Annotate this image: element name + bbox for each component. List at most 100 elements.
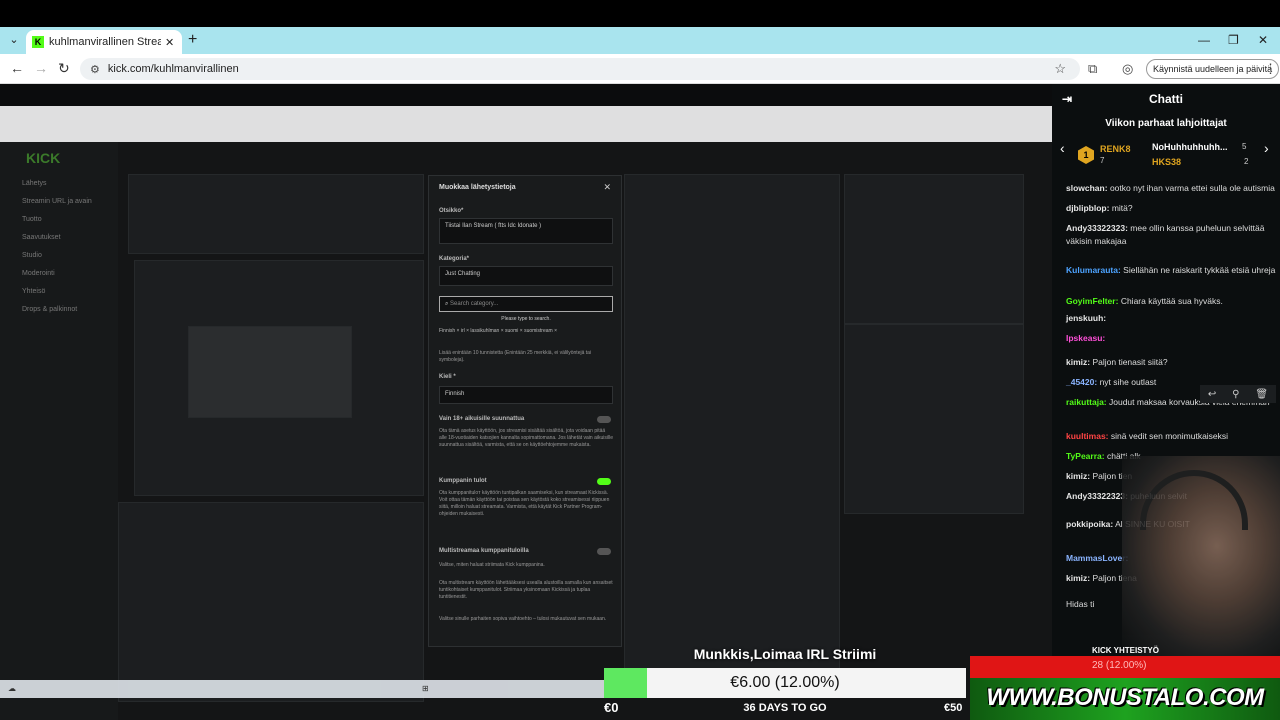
chat-message[interactable]: Andy33322323: mee ollin kanssa puheluun … [1066, 222, 1276, 248]
kick-partner-sub: 28 (12.00%) [1092, 660, 1147, 671]
top-gifters-title: Viikon parhaat lahjoittajat [1105, 118, 1227, 129]
close-tab-icon[interactable]: ✕ [165, 36, 174, 49]
back-icon[interactable]: ← [10, 60, 24, 76]
shared-browser-chrome [0, 106, 1052, 142]
tag-chip[interactable]: irl × [461, 328, 469, 334]
kick-favicon-icon: K [32, 36, 44, 48]
stream-info-panel [128, 174, 424, 254]
chat-username[interactable]: kuultimas: [1066, 431, 1109, 441]
category-label: Kategoria* [439, 256, 470, 262]
chat-message[interactable]: Kulumarauta: Siellähän ne raiskarit tykk… [1066, 264, 1276, 277]
extensions-icon[interactable]: ⧉ [1088, 61, 1097, 77]
chat-username[interactable]: _45420: [1066, 377, 1097, 387]
search-hint: Please type to search. [501, 316, 551, 322]
chat-username[interactable]: Kulumarauta: [1066, 265, 1121, 275]
chat-username[interactable]: GoyimFelter: [1066, 296, 1118, 306]
sidebar-item: Yhteisö [22, 288, 46, 295]
sponsor-banner: WWW.BONUSTALO.COM [970, 678, 1280, 720]
adult-text: Ota tämä asetus käyttöön, jos streamisi … [439, 428, 613, 448]
stream-details-panel [844, 174, 1024, 324]
browser-menu-icon[interactable]: ⋮ [1264, 61, 1277, 77]
close-window-icon[interactable]: ✕ [1258, 33, 1268, 47]
chat-title: Chatti [1149, 92, 1183, 106]
chat-message[interactable]: GoyimFelter: Chiara käyttää sua hyväks. [1066, 295, 1276, 308]
restart-update-button[interactable]: Käynnistä uudelleen ja päivitä [1146, 59, 1280, 79]
tab-title: kuhlmanvirallinen Stream - Wa [49, 36, 161, 48]
profile-icon[interactable]: ◎ [1122, 61, 1133, 77]
bookmark-star-icon[interactable]: ☆ [1054, 61, 1066, 77]
gifter-name: NoHuhhuhhuhh... [1152, 142, 1228, 152]
chat-username[interactable]: djblipblop: [1066, 203, 1109, 213]
collapse-chat-icon[interactable]: ⇥ [1062, 84, 1072, 114]
pin-icon[interactable]: ⚲ [1232, 389, 1239, 400]
tag-chip[interactable]: Finnish × [439, 328, 459, 334]
chat-message[interactable]: jenskuuh: [1066, 312, 1276, 325]
category-value: Just Chatting [445, 271, 481, 277]
chat-message[interactable]: kuultimas: sinä vedit sen monimutkaiseks… [1066, 430, 1276, 443]
reload-icon[interactable]: ↻ [58, 60, 70, 77]
gifter-name: RENK8 [1100, 144, 1131, 154]
chat-text: nyt sihe outlast [1099, 377, 1157, 387]
chat-username[interactable]: Ipskeasu: [1066, 333, 1105, 343]
chat-username[interactable]: slowchan: [1066, 183, 1108, 193]
title-label: Otsikko* [439, 208, 464, 214]
chat-username[interactable]: pokkipoika: [1066, 519, 1113, 529]
browser-tab[interactable]: K kuhlmanvirallinen Stream - Wa ✕ [26, 30, 182, 54]
modal-close-icon[interactable]: ✕ [603, 182, 611, 193]
minimize-icon[interactable]: — [1198, 33, 1210, 47]
chat-message[interactable]: Ipskeasu: [1066, 332, 1276, 345]
chat-preview-panel [624, 174, 840, 694]
site-info-icon[interactable]: ⚙ [90, 63, 100, 76]
chat-text: ootko nyt ihan varma ettei sulla ole aut… [1109, 183, 1275, 193]
chat-message[interactable]: djblipblop: mitä? [1066, 202, 1276, 215]
url-text: kick.com/kuhlmanvirallinen [107, 63, 239, 75]
tags-hint: Lisää enintään 10 tunnistetta (Enintään … [439, 350, 592, 363]
chat-username[interactable]: kimiz: [1066, 471, 1090, 481]
chat-username[interactable]: Andy33322323: [1066, 223, 1128, 233]
partner-label: Kumppanin tulot [439, 478, 487, 484]
reply-icon[interactable]: ↩ [1208, 389, 1216, 400]
chat-message[interactable]: kimiz: Paljon tienasit siitä? [1066, 356, 1276, 369]
chat-username[interactable]: kimiz: [1066, 573, 1090, 583]
category-select[interactable]: Just Chatting [439, 266, 613, 286]
weather-icon: ☁ [8, 684, 16, 693]
sidebar-item: Saavutukset [22, 234, 61, 241]
prev-arrow-icon[interactable]: ‹ [1060, 140, 1065, 156]
chat-message[interactable]: slowchan: ootko nyt ihan varma ettei sul… [1066, 182, 1276, 195]
tags-row: Finnish × irl × lassikuhlman × suomi × s… [439, 328, 613, 335]
next-arrow-icon[interactable]: › [1264, 140, 1269, 156]
tab-search-icon[interactable]: ⌄ [6, 33, 22, 49]
sidebar-item: Lähetys [22, 180, 47, 187]
goal-amount: €6.00 (12.00%) [730, 674, 840, 691]
edit-stream-modal: Muokkaa lähetystietoja ✕ Otsikko* Tiista… [428, 175, 622, 647]
gifter-count: 7 [1100, 156, 1105, 165]
tag-chip[interactable]: suomistream × [524, 328, 557, 334]
chat-username[interactable]: raikuttaja: [1066, 397, 1107, 407]
restore-icon[interactable]: ❐ [1228, 33, 1239, 47]
sidebar-item: Moderointi [22, 270, 55, 277]
omnibox[interactable]: ⚙ kick.com/kuhlmanvirallinen ☆ [80, 58, 1080, 80]
multistream-toggle[interactable] [597, 548, 611, 555]
modal-title: Muokkaa lähetystietoja [439, 184, 516, 191]
language-select[interactable]: Finnish [439, 386, 613, 404]
chat-username[interactable]: MammasLover: [1066, 553, 1128, 563]
chat-username[interactable]: kimiz: [1066, 357, 1090, 367]
delete-icon[interactable]: 🗑 [1255, 389, 1268, 400]
sidebar-item: Studio [22, 252, 42, 259]
top-gifters: ‹ 1 RENK8 7 NoHuhhuhhuhh... 5 HKS38 2 › [1052, 138, 1280, 174]
window-top-area [0, 0, 1280, 27]
category-search-input[interactable]: ⌕ Search category... [439, 296, 613, 312]
chat-username[interactable]: TyPearra: [1066, 451, 1105, 461]
webcam-overlay [1122, 456, 1280, 656]
new-tab-icon[interactable]: + [188, 31, 197, 49]
multistream-text-3: Valitse sinulle parhaiten sopiva vaihtoe… [439, 616, 607, 622]
tag-chip[interactable]: lassikuhlman × [470, 328, 503, 334]
chat-username[interactable]: jenskuuh: [1066, 313, 1106, 323]
title-input[interactable]: Tiistai Ilan Stream ( ftts Idc Idonate ) [439, 218, 613, 244]
stream-video[interactable]: KICK Lähetys Streamin URL ja avain Tuott… [0, 84, 1052, 720]
tag-chip[interactable]: suomi × [505, 328, 523, 334]
partner-toggle[interactable] [597, 478, 611, 485]
chat-username[interactable]: Andy33322323: [1066, 491, 1128, 501]
adult-toggle[interactable] [597, 416, 611, 423]
forward-icon[interactable]: → [34, 60, 48, 76]
